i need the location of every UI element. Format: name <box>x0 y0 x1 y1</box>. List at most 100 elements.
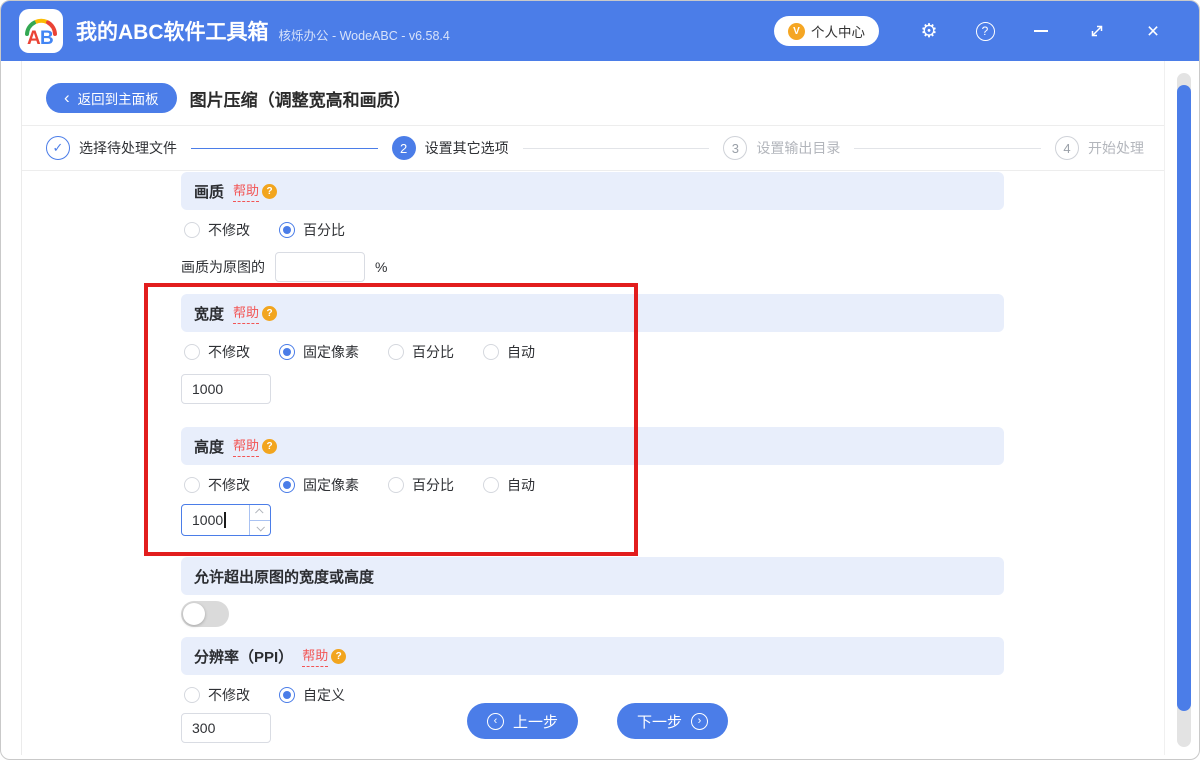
radio-circle-selected-icon <box>279 477 295 493</box>
resize-icon <box>1091 25 1103 37</box>
resolution-ppi-input[interactable] <box>181 713 271 743</box>
step-1-label: 选择待处理文件 <box>79 140 177 156</box>
resolution-help-link[interactable]: 帮助 <box>302 645 329 667</box>
radio-label: 自定义 <box>303 687 345 703</box>
section-height-header: 高度 帮助 ? <box>181 427 1004 465</box>
chevron-down-icon <box>256 522 265 532</box>
step-connector-1 <box>191 147 378 149</box>
width-option-percent[interactable]: 百分比 <box>388 342 454 362</box>
spinner-down-button[interactable] <box>250 521 270 536</box>
radio-circle-icon <box>184 477 200 493</box>
step-3-number: 3 <box>723 136 748 160</box>
height-input-row: 1000 <box>181 504 1004 536</box>
step-connector-3 <box>854 147 1042 149</box>
resize-button[interactable] <box>1069 11 1125 51</box>
previous-step-button[interactable]: ‹ 上一步 <box>467 703 579 739</box>
width-option-fixed-pixels[interactable]: 固定像素 <box>279 342 359 362</box>
minimize-button[interactable] <box>1013 11 1069 51</box>
app-logo-icon: A B <box>19 9 63 53</box>
step-2-number: 2 <box>391 136 416 160</box>
next-step-button[interactable]: 下一步 › <box>617 703 729 739</box>
width-option-auto[interactable]: 自动 <box>483 342 535 362</box>
radio-circle-selected-icon <box>279 344 295 360</box>
step-3-label: 设置输出目录 <box>756 140 841 156</box>
title-bar: A B 我的ABC软件工具箱 核烁办公 - WodeABC - v6.58.4 … <box>1 1 1199 61</box>
quality-input-label: 画质为原图的 <box>181 259 265 275</box>
user-center-button[interactable]: V 个人中心 <box>774 16 879 46</box>
radio-label: 百分比 <box>412 344 454 360</box>
section-quality-header: 画质 帮助 ? <box>181 172 1004 210</box>
height-option-auto[interactable]: 自动 <box>483 475 535 495</box>
question-badge-icon: ? <box>262 183 278 199</box>
step-2-label: 设置其它选项 <box>424 140 509 156</box>
step-4-label: 开始处理 <box>1088 140 1145 156</box>
step-2: 2 设置其它选项 <box>391 136 509 160</box>
width-radio-group: 不修改 固定像素 百分比 自动 <box>181 338 1004 366</box>
help-button[interactable]: ? <box>957 11 1013 51</box>
radio-label: 不修改 <box>208 222 250 238</box>
step-1: ✓ 选择待处理文件 <box>46 136 177 160</box>
help-icon: ? <box>975 21 995 41</box>
radio-label: 自动 <box>507 344 535 360</box>
height-help-link[interactable]: 帮助 <box>233 435 260 457</box>
user-center-label: 个人中心 <box>811 25 865 40</box>
panel-left-border <box>21 61 22 755</box>
spinner-up-button[interactable] <box>250 505 270 521</box>
step-4-number: 4 <box>1055 136 1080 160</box>
vip-badge-icon: V <box>788 22 805 40</box>
radio-circle-icon <box>388 344 404 360</box>
page-header: ‹ 返回到主面板 图片压缩（调整宽高和画质） <box>46 83 411 113</box>
page-title: 图片压缩（调整宽高和画质） <box>189 90 411 110</box>
back-button-label: 返回到主面板 <box>77 92 159 107</box>
close-icon: × <box>1146 19 1160 43</box>
radio-label: 不修改 <box>208 344 250 360</box>
svg-text:B: B <box>40 28 54 49</box>
resolution-option-nochange[interactable]: 不修改 <box>184 685 250 705</box>
radio-circle-selected-icon <box>279 222 295 238</box>
width-help-link[interactable]: 帮助 <box>233 302 260 324</box>
radio-label: 固定像素 <box>303 477 359 493</box>
gear-icon: ⚙ <box>920 20 938 42</box>
quality-help-link[interactable]: 帮助 <box>233 180 260 202</box>
width-pixels-input[interactable] <box>181 374 271 404</box>
width-input-row <box>181 374 1004 404</box>
quality-option-percent[interactable]: 百分比 <box>279 220 345 240</box>
quality-option-nochange[interactable]: 不修改 <box>184 220 250 240</box>
scrollbar-thumb[interactable] <box>1177 85 1191 711</box>
height-option-nochange[interactable]: 不修改 <box>184 475 250 495</box>
height-radio-group: 不修改 固定像素 百分比 自动 <box>181 471 1004 499</box>
question-badge-icon: ? <box>331 648 347 664</box>
radio-label: 不修改 <box>208 687 250 703</box>
radio-label: 固定像素 <box>303 344 359 360</box>
resolution-input-row <box>181 713 1004 743</box>
settings-button[interactable]: ⚙ <box>901 11 957 51</box>
quality-percent-input[interactable] <box>275 252 365 282</box>
close-button[interactable]: × <box>1125 11 1181 51</box>
step-1-check-icon: ✓ <box>46 136 70 160</box>
circled-chevron-right-icon: › <box>691 712 709 730</box>
quality-radio-group: 不修改 百分比 <box>181 216 1004 244</box>
app-subtitle: 核烁办公 - WodeABC - v6.58.4 <box>278 29 450 43</box>
section-resolution-header: 分辨率（PPI） 帮助 ? <box>181 637 1004 675</box>
svg-text:A: A <box>27 28 41 49</box>
section-resolution-title: 分辨率（PPI） <box>194 648 294 666</box>
question-badge-icon: ? <box>262 305 278 321</box>
section-overflow-title: 允许超出原图的宽度或高度 <box>194 568 375 586</box>
height-pixels-input[interactable]: 1000 <box>181 504 271 536</box>
height-option-fixed-pixels[interactable]: 固定像素 <box>279 475 359 495</box>
options-form: 画质 帮助 ? 不修改 百分比 画质为原图的 % 宽度 帮助 ? 不修改 固定像… <box>181 172 1004 743</box>
step-3: 3 设置输出目录 <box>723 136 840 160</box>
scrollbar-track[interactable] <box>1177 73 1191 747</box>
width-option-nochange[interactable]: 不修改 <box>184 342 250 362</box>
height-option-percent[interactable]: 百分比 <box>388 475 454 495</box>
number-spinner <box>249 505 270 535</box>
section-overflow-header: 允许超出原图的宽度或高度 <box>181 557 1004 595</box>
question-badge-icon: ? <box>262 438 278 454</box>
app-title: 我的ABC软件工具箱 <box>76 21 269 44</box>
back-to-dashboard-button[interactable]: ‹ 返回到主面板 <box>46 83 177 113</box>
resolution-option-custom[interactable]: 自定义 <box>279 685 345 705</box>
overflow-toggle-off[interactable] <box>181 601 229 627</box>
step-indicator: ✓ 选择待处理文件 2 设置其它选项 3 设置输出目录 4 开始处理 <box>46 126 1144 170</box>
radio-circle-icon <box>184 222 200 238</box>
radio-label: 不修改 <box>208 477 250 493</box>
